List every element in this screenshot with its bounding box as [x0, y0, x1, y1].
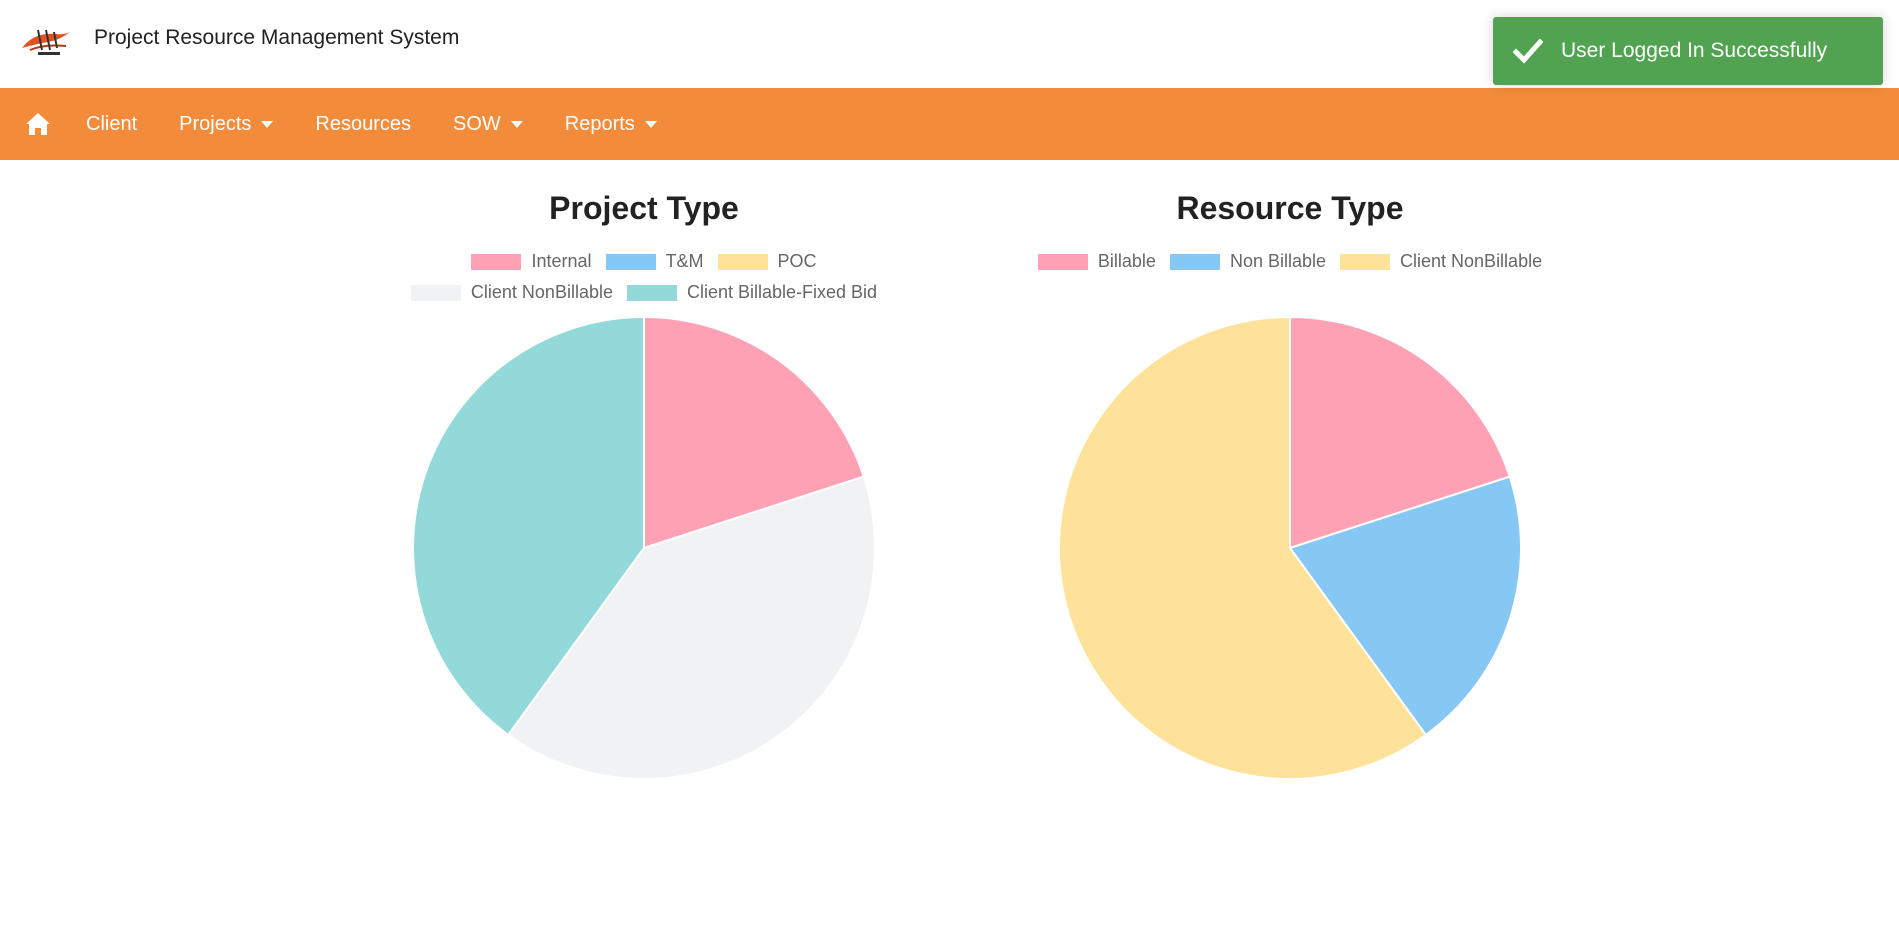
- legend-label: Billable: [1097, 251, 1156, 271]
- toast-message: User Logged In Successfully: [1561, 39, 1828, 62]
- legend-label: POC: [777, 251, 817, 271]
- legend-swatch: [1340, 253, 1391, 270]
- nav-client[interactable]: Client: [86, 113, 137, 136]
- nav-resources[interactable]: Resources: [315, 113, 411, 136]
- legend-label: T&M: [665, 251, 704, 271]
- chevron-down-icon: [510, 120, 523, 128]
- legend-item-non-billable[interactable]: Non Billable: [1169, 246, 1327, 277]
- legend-item-billable[interactable]: Billable: [1037, 246, 1156, 277]
- app-title: Project Resource Management System: [94, 26, 460, 49]
- legend-label: Client Billable-Fixed Bid: [686, 282, 878, 302]
- main-navbar: Client Projects Resources SOW Reports: [0, 88, 1899, 160]
- legend-item-client-billable-fixed-bid[interactable]: Client Billable-Fixed Bid: [626, 277, 878, 308]
- legend-swatch: [605, 253, 656, 270]
- legend-item-internal[interactable]: Internal: [471, 246, 592, 277]
- chevron-down-icon: [261, 120, 274, 128]
- legend-label: Non Billable: [1229, 251, 1327, 271]
- legend-item-poc[interactable]: POC: [717, 246, 817, 277]
- checkmark-icon: [1513, 38, 1543, 64]
- chart-legend: Billable Non Billable Client NonBillable: [1030, 246, 1550, 277]
- legend-swatch: [471, 253, 522, 270]
- legend-item-client-nonbillable[interactable]: Client NonBillable: [410, 277, 613, 308]
- legend-label: Client NonBillable: [1400, 251, 1543, 271]
- success-toast[interactable]: User Logged In Successfully: [1493, 17, 1883, 85]
- nav-projects[interactable]: Projects: [179, 112, 274, 136]
- nav-sow-label: SOW: [453, 112, 501, 135]
- resource-type-chart: Resource Type Billable Non Billable Client…: [1030, 190, 1550, 790]
- chart-title: Project Type: [549, 190, 739, 226]
- chevron-down-icon: [644, 120, 657, 128]
- legend-label: Internal: [531, 251, 592, 271]
- legend-swatch: [1037, 253, 1088, 270]
- nav-projects-label: Projects: [179, 112, 252, 135]
- company-logo[interactable]: [20, 24, 72, 60]
- home-icon[interactable]: [24, 110, 52, 138]
- chart-legend: Internal T&M POC Client NonBillable Client B…: [384, 246, 904, 308]
- nav-sow[interactable]: SOW: [453, 113, 523, 136]
- legend-swatch: [410, 284, 461, 301]
- nav-reports-label: Reports: [564, 112, 635, 135]
- project-type-chart: Project Type Internal T&M POC Client NonBil…: [384, 190, 904, 790]
- legend-item-client-nonbillable[interactable]: Client NonBillable: [1340, 246, 1542, 277]
- legend-label: Client NonBillable: [470, 282, 613, 302]
- legend-swatch: [1169, 253, 1220, 270]
- nav-reports[interactable]: Reports: [565, 113, 657, 136]
- nav-resources-label: Resources: [315, 112, 411, 135]
- chart-title: Resource Type: [1176, 190, 1404, 226]
- nav-client-label: Client: [86, 112, 138, 135]
- legend-swatch: [626, 284, 677, 301]
- legend-swatch: [717, 253, 768, 270]
- legend-item-t-m[interactable]: T&M: [605, 246, 704, 277]
- pie-chart: [412, 315, 876, 780]
- pie-chart: [1058, 315, 1522, 780]
